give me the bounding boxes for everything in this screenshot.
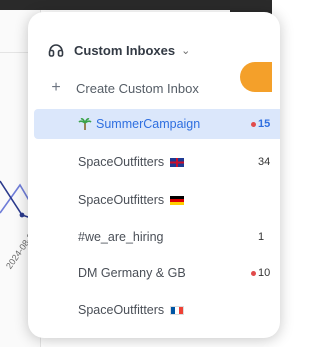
- inbox-name: SpaceOutfitters: [78, 303, 165, 317]
- unread-dot: [251, 270, 256, 276]
- create-custom-inbox-button[interactable]: + Create Custom Inbox: [48, 78, 199, 98]
- inbox-name: #we_are_hiring: [78, 230, 164, 244]
- custom-inboxes-header[interactable]: Custom Inboxes ⌄: [48, 40, 190, 60]
- inbox-item-spaceoutfitters-uk[interactable]: SpaceOutfitters 34: [34, 147, 280, 177]
- chart-point: [19, 212, 25, 218]
- inbox-item-spaceoutfitters-de[interactable]: SpaceOutfitters: [34, 185, 280, 215]
- chevron-down-icon: ⌄: [181, 44, 191, 57]
- inbox-name: DM Germany & GB: [78, 266, 186, 280]
- unread-dot: [251, 121, 256, 127]
- inbox-item-dm-germany-gb[interactable]: DM Germany & GB 10: [34, 258, 280, 288]
- palm-tree-icon: [78, 118, 92, 130]
- inbox-count: 15: [258, 118, 271, 130]
- inbox-item-we-are-hiring[interactable]: #we_are_hiring 1: [34, 222, 280, 252]
- create-custom-inbox-label: Create Custom Inbox: [76, 80, 199, 96]
- inbox-item-spaceoutfitters-fr[interactable]: SpaceOutfitters: [34, 295, 280, 325]
- inbox-name: SpaceOutfitters: [78, 155, 165, 169]
- inbox-count: 1: [258, 231, 265, 243]
- uk-flag-icon: [170, 157, 185, 167]
- inbox-count: 10: [258, 267, 271, 279]
- inbox-item-summercampaign[interactable]: SummerCampaign 15: [34, 109, 280, 139]
- plus-icon: +: [51, 79, 61, 96]
- germany-flag-icon: [170, 195, 185, 205]
- inbox-name: SpaceOutfitters: [78, 193, 165, 207]
- france-flag-icon: [170, 305, 185, 315]
- custom-inboxes-title: Custom Inboxes: [74, 42, 176, 58]
- inbox-headset-icon: [48, 44, 64, 57]
- custom-inboxes-dropdown: Custom Inboxes ⌄ + Create Custom Inbox S…: [28, 12, 280, 338]
- inbox-count: 34: [258, 156, 271, 168]
- inbox-name: SummerCampaign: [96, 117, 201, 131]
- onboarding-callout-badge: [240, 62, 272, 92]
